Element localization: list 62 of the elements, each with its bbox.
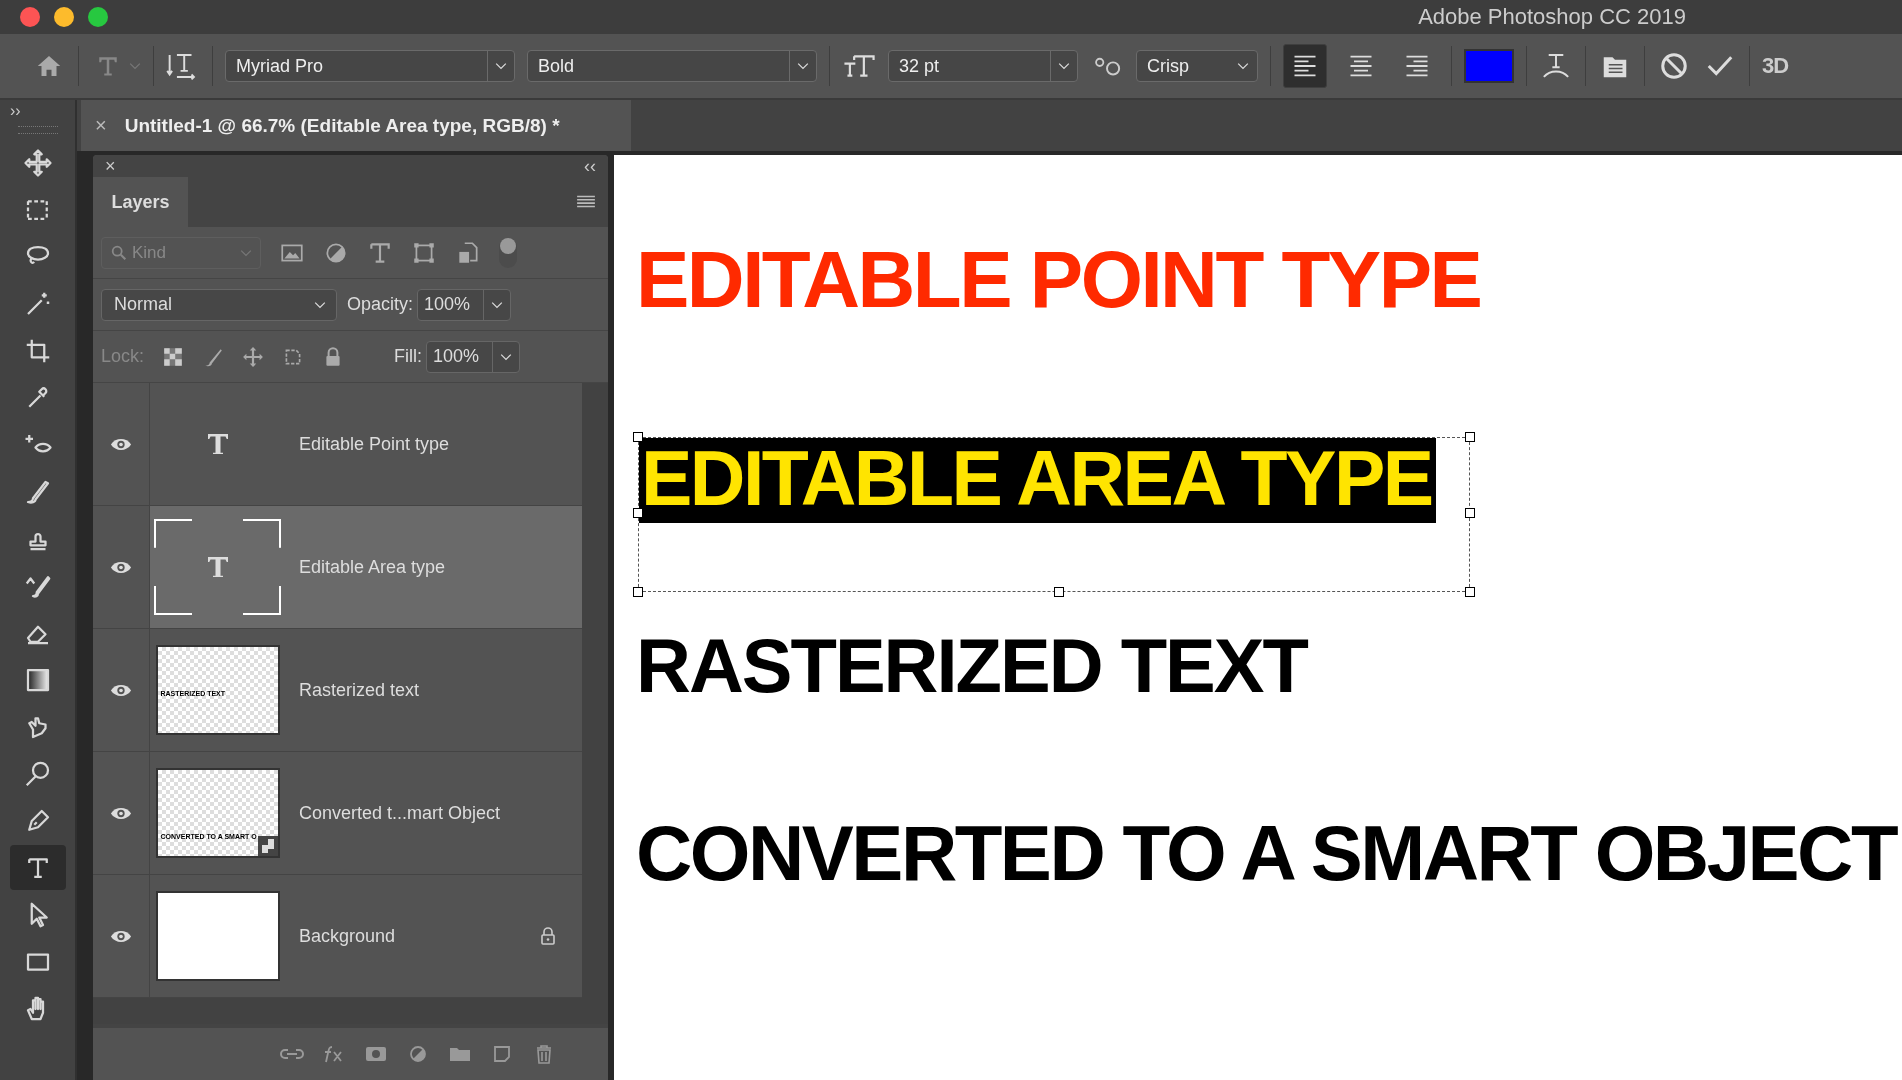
- font-style-select[interactable]: Bold: [527, 50, 817, 82]
- chevron-down-icon: [491, 300, 504, 309]
- opacity-field[interactable]: 100%: [417, 288, 512, 321]
- fill-field[interactable]: 100%: [426, 340, 521, 373]
- blend-mode-select[interactable]: Normal: [101, 288, 337, 321]
- layer-name: Editable Point type: [299, 433, 450, 455]
- document-tab[interactable]: × Untitled-1 @ 66.7% (Editable Area type, RGB/8) *: [81, 100, 631, 151]
- resize-handle[interactable]: [1465, 432, 1475, 442]
- smart-object-badge-icon: [257, 836, 278, 856]
- layer-name: Editable Area type: [299, 556, 446, 578]
- zoom-window-button[interactable]: [88, 7, 108, 27]
- canvas-text: RASTERIZED TEXT: [636, 628, 1307, 704]
- visibility-eye-icon[interactable]: [110, 805, 132, 821]
- resize-handle[interactable]: [633, 508, 643, 518]
- search-icon: [110, 243, 128, 262]
- panel-menu-icon[interactable]: [576, 194, 596, 210]
- chevron-down-icon: [1058, 62, 1070, 70]
- tool-button[interactable]: [9, 845, 66, 890]
- canvas-text: EDITABLE POINT TYPE: [636, 240, 1481, 320]
- resize-handle[interactable]: [633, 587, 643, 597]
- font-family-select[interactable]: Myriad Pro: [225, 50, 515, 82]
- visibility-eye-icon[interactable]: [110, 436, 132, 452]
- resize-handle[interactable]: [1054, 587, 1064, 597]
- fill-label: Fill:: [394, 346, 423, 367]
- visibility-eye-icon[interactable]: [110, 682, 132, 698]
- layer-name: Rasterized text: [299, 679, 420, 701]
- visibility-eye-icon[interactable]: [110, 559, 132, 575]
- expand-toolbar-button[interactable]: ››: [0, 100, 31, 122]
- resize-handle[interactable]: [633, 432, 643, 442]
- close-window-button[interactable]: [20, 7, 40, 27]
- anti-alias-select[interactable]: Crisp: [1136, 50, 1258, 82]
- chevron-down-icon: [500, 352, 513, 361]
- collapse-panel-button[interactable]: ‹‹: [584, 155, 596, 177]
- chevron-down-icon: [240, 248, 252, 257]
- move-icon: [22, 147, 53, 178]
- 3d-button[interactable]: 3D: [1762, 53, 1789, 79]
- close-panel-button[interactable]: ×: [105, 155, 116, 177]
- resize-handle[interactable]: [1465, 508, 1475, 518]
- layer-name: Background: [299, 925, 396, 947]
- align-left-button[interactable]: [1283, 44, 1327, 88]
- toolbar-grip[interactable]: [17, 126, 58, 134]
- filter-toggle[interactable]: [499, 237, 517, 268]
- font-size-select[interactable]: 32 pt: [888, 50, 1078, 82]
- layer-row[interactable]: Background: [93, 875, 582, 998]
- layer-row[interactable]: Editable Point type: [93, 383, 582, 506]
- chevron-down-icon: [797, 62, 809, 70]
- resize-handle[interactable]: [1465, 587, 1475, 597]
- canvas-text: EDITABLE AREA TYPE: [641, 435, 1432, 521]
- window-title: Adobe Photoshop CC 2019: [1418, 4, 1686, 30]
- layer-name: Converted t...mart Object: [299, 802, 501, 824]
- lock-move-icon[interactable]: [242, 345, 265, 368]
- chevron-down-icon: [495, 62, 507, 70]
- lock-transparency-icon[interactable]: [162, 345, 185, 368]
- text-color-swatch[interactable]: [1464, 49, 1514, 83]
- layer-row[interactable]: Editable Area type: [93, 506, 582, 629]
- opacity-label: Opacity:: [347, 294, 414, 315]
- minimize-window-button[interactable]: [54, 7, 74, 27]
- canvas-text: CONVERTED TO A SMART OBJECT: [636, 814, 1897, 892]
- layers-tab[interactable]: Layers: [93, 177, 188, 227]
- visibility-eye-icon[interactable]: [110, 928, 132, 944]
- chevron-down-icon: [1237, 62, 1249, 70]
- chevron-down-icon: [314, 300, 326, 309]
